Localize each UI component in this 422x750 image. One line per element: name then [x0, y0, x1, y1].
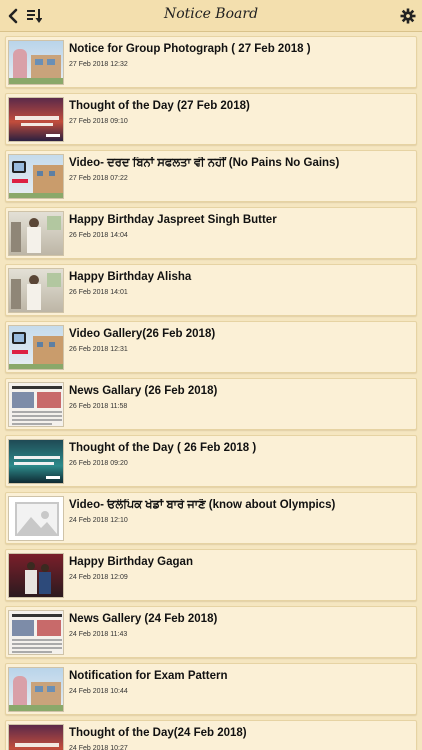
notice-item[interactable]: News Gallary (26 Feb 2018) 26 Feb 2018 11…	[5, 378, 417, 430]
notice-thumbnail	[8, 97, 64, 142]
notice-thumbnail	[8, 667, 64, 712]
notice-thumbnail	[8, 211, 64, 256]
notice-item[interactable]: Thought of the Day (27 Feb 2018) 27 Feb 2…	[5, 93, 417, 145]
notice-date: 27 Feb 2018 07:22	[69, 175, 128, 182]
notice-title: Thought of the Day (27 Feb 2018)	[69, 100, 250, 112]
notice-item[interactable]: Video- ਦਰਦ ਬਿਨਾਂ ਸਫਲਤਾ ਵੀ ਨਹੀਂ (No Pains…	[5, 150, 417, 202]
notice-date: 24 Feb 2018 12:10	[69, 517, 128, 524]
notice-thumbnail	[8, 610, 64, 655]
notice-thumbnail	[8, 724, 64, 750]
notice-date: 26 Feb 2018 14:04	[69, 232, 128, 239]
notice-date: 24 Feb 2018 10:44	[69, 688, 128, 695]
notice-thumbnail	[8, 382, 64, 427]
notice-item[interactable]: Happy Birthday Jaspreet Singh Butter 26 F…	[5, 207, 417, 259]
notice-date: 26 Feb 2018 14:01	[69, 289, 128, 296]
notice-thumbnail	[8, 40, 64, 85]
notice-date: 26 Feb 2018 12:31	[69, 346, 128, 353]
notice-title: Notice for Group Photograph ( 27 Feb 201…	[69, 43, 311, 55]
notice-item[interactable]: Video Gallery(26 Feb 2018) 26 Feb 2018 12…	[5, 321, 417, 373]
notice-title: Video Gallery(26 Feb 2018)	[69, 328, 216, 340]
notice-title: Happy Birthday Gagan	[69, 556, 193, 568]
notice-date: 27 Feb 2018 09:10	[69, 118, 128, 125]
notice-item[interactable]: Happy Birthday Gagan 24 Feb 2018 12:09	[5, 549, 417, 601]
notice-date: 24 Feb 2018 12:09	[69, 574, 128, 581]
notice-title: Happy Birthday Jaspreet Singh Butter	[69, 214, 277, 226]
notice-date: 27 Feb 2018 12:32	[69, 61, 128, 68]
notice-item[interactable]: Happy Birthday Alisha 26 Feb 2018 14:01	[5, 264, 417, 316]
gear-icon[interactable]	[398, 6, 418, 26]
notice-title: Thought of the Day ( 26 Feb 2018 )	[69, 442, 257, 454]
notice-thumbnail	[8, 268, 64, 313]
notice-item[interactable]: Notification for Exam Pattern 24 Feb 2018…	[5, 663, 417, 715]
notice-title: Thought of the Day(24 Feb 2018)	[69, 727, 247, 739]
notice-item[interactable]: Thought of the Day(24 Feb 2018) 24 Feb 20…	[5, 720, 417, 750]
notice-date: 26 Feb 2018 09:20	[69, 460, 128, 467]
notice-item[interactable]: Notice for Group Photograph ( 27 Feb 201…	[5, 36, 417, 88]
notice-thumbnail	[8, 154, 64, 199]
notice-title: News Gallary (26 Feb 2018)	[69, 385, 218, 397]
notice-item[interactable]: Video- ਓਲੰਪਿਕ ਖੇਡਾਂ ਬਾਰੇ ਜਾਣੋ (know abou…	[5, 492, 417, 544]
notice-title: News Gallery (24 Feb 2018)	[69, 613, 218, 625]
notice-date: 24 Feb 2018 10:27	[69, 745, 128, 750]
notice-thumbnail	[8, 439, 64, 484]
notice-thumbnail	[8, 553, 64, 598]
notice-item[interactable]: Thought of the Day ( 26 Feb 2018 ) 26 Feb…	[5, 435, 417, 487]
notice-date: 26 Feb 2018 11:58	[69, 403, 128, 410]
notice-item[interactable]: News Gallery (24 Feb 2018) 24 Feb 2018 11…	[5, 606, 417, 658]
page-title: Notice Board	[163, 6, 259, 22]
notice-title: Video- ਦਰਦ ਬਿਨਾਂ ਸਫਲਤਾ ਵੀ ਨਹੀਂ (No Pains…	[69, 157, 340, 169]
notice-thumbnail	[8, 496, 64, 541]
notice-title: Video- ਓਲੰਪਿਕ ਖੇਡਾਂ ਬਾਰੇ ਜਾਣੋ (know abou…	[69, 499, 336, 511]
notice-title: Notification for Exam Pattern	[69, 670, 228, 682]
top-bar: Notice Board	[0, 0, 422, 32]
notice-date: 24 Feb 2018 11:43	[69, 631, 128, 638]
notice-thumbnail	[8, 325, 64, 370]
notice-title: Happy Birthday Alisha	[69, 271, 192, 283]
